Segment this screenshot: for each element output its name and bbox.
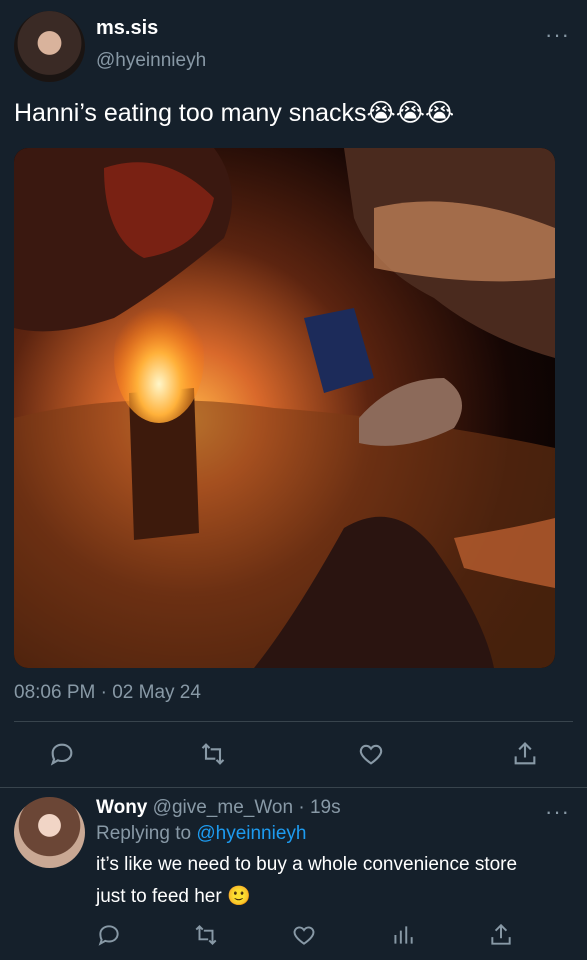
- divider: [14, 721, 573, 722]
- analytics-icon[interactable]: [390, 922, 416, 948]
- reply-header: Wony @give_me_Won · 19s: [96, 797, 341, 819]
- tweet-timestamp[interactable]: 08:06 PM · 02 May 24: [14, 682, 201, 704]
- replying-to: Replying to @hyeinnieyh: [96, 823, 306, 845]
- retweet-icon[interactable]: [193, 922, 219, 948]
- author-display-name[interactable]: ms.sis: [96, 17, 158, 40]
- share-icon[interactable]: [488, 922, 514, 948]
- reply-time[interactable]: · 19s: [298, 797, 340, 818]
- reply-icon[interactable]: [48, 740, 76, 768]
- replying-to-handle[interactable]: @hyeinnieyh: [196, 823, 306, 844]
- avatar[interactable]: [14, 11, 85, 82]
- retweet-icon[interactable]: [199, 740, 227, 768]
- tweet-text: Hanni’s eating too many snacks😭😭😭: [14, 99, 455, 127]
- replying-to-prefix: Replying to: [96, 823, 192, 844]
- share-icon[interactable]: [511, 740, 539, 768]
- heart-icon[interactable]: [291, 922, 317, 948]
- author-handle[interactable]: @hyeinnieyh: [96, 50, 206, 72]
- more-icon[interactable]: ···: [545, 801, 570, 823]
- reply-display-name[interactable]: Wony: [96, 797, 147, 818]
- reply-handle[interactable]: @give_me_Won: [153, 797, 293, 818]
- reply-text-line-1: it’s like we need to buy a whole conveni…: [96, 854, 518, 875]
- heart-icon[interactable]: [357, 740, 385, 768]
- more-icon[interactable]: ···: [545, 24, 570, 46]
- reply-icon[interactable]: [96, 922, 122, 948]
- campfire-photo: [14, 148, 555, 668]
- reply-text-line-2: just to feed her 🙂: [96, 886, 251, 907]
- tweet-photo[interactable]: [14, 148, 555, 668]
- reply-avatar[interactable]: [14, 797, 85, 868]
- divider: [0, 787, 587, 788]
